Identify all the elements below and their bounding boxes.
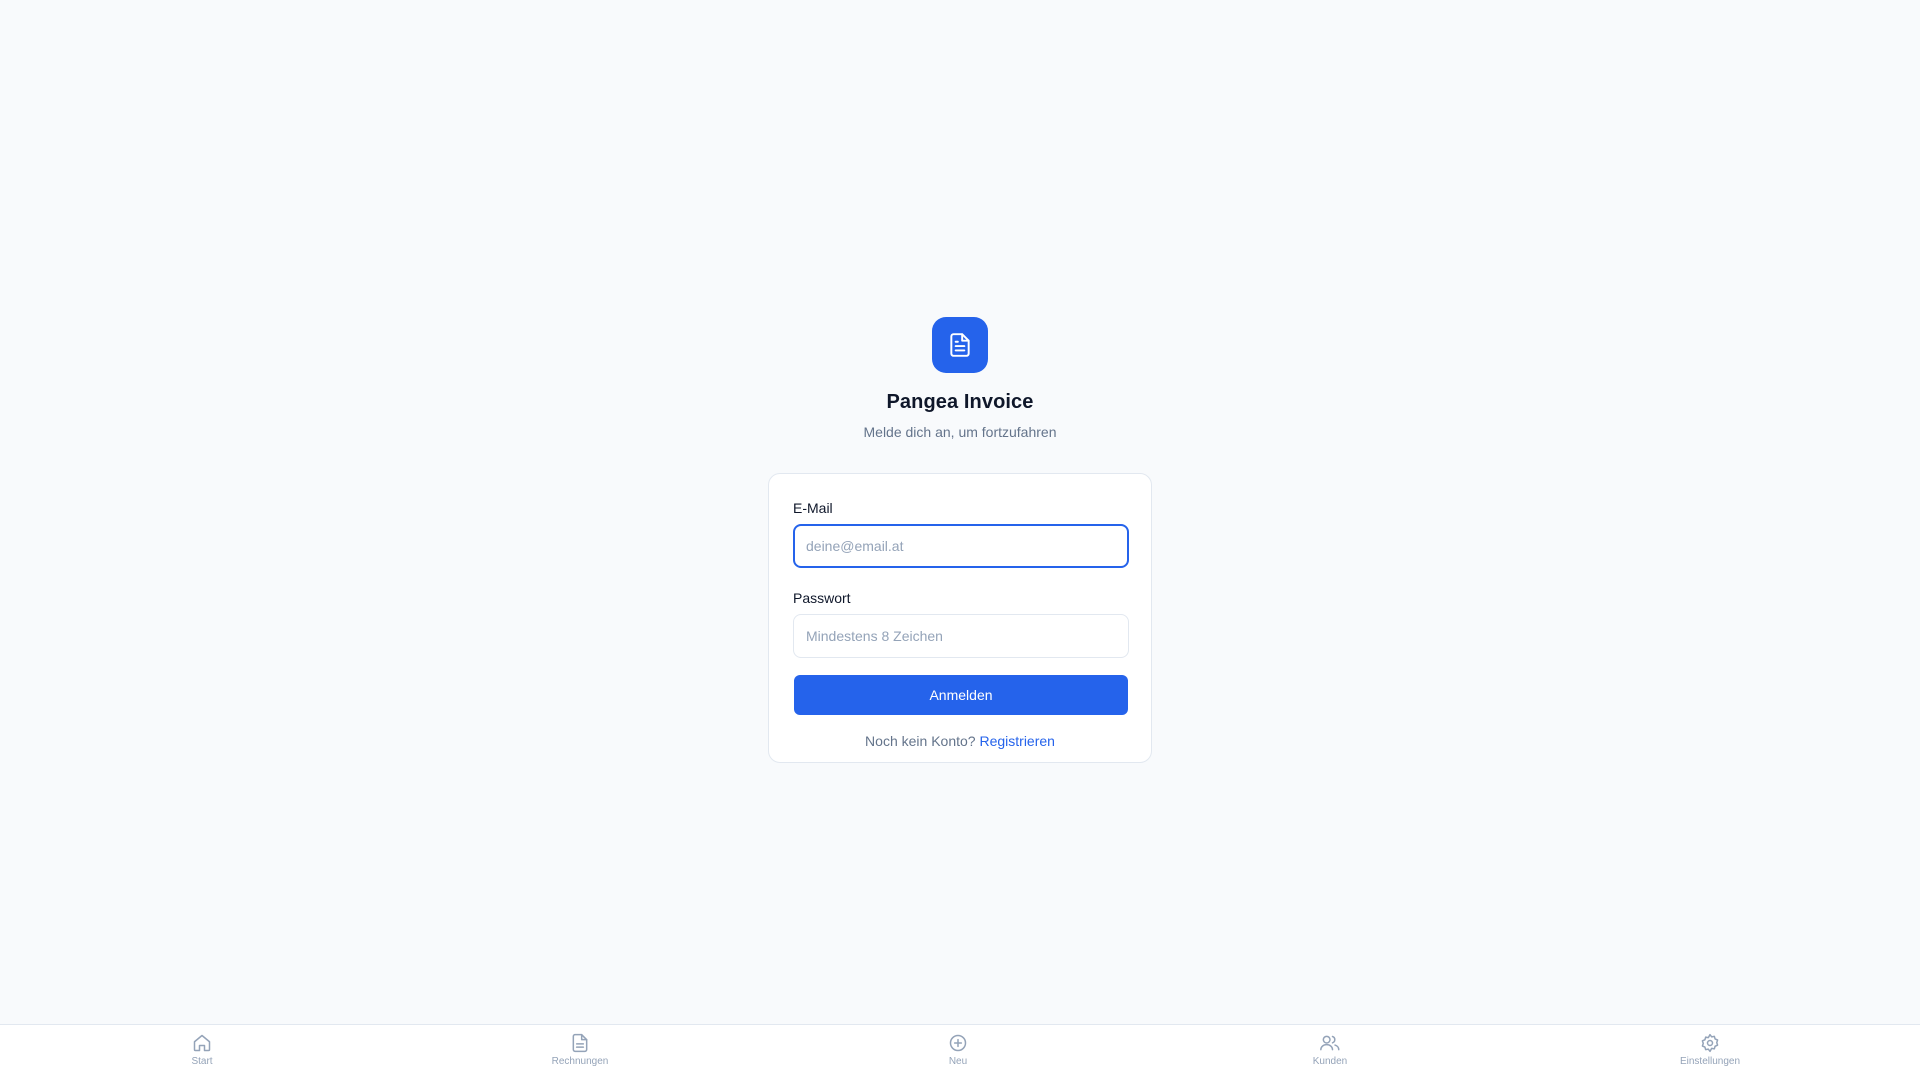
document-icon xyxy=(950,333,970,357)
app-title: Pangea Invoice xyxy=(886,391,1034,413)
email-field[interactable] xyxy=(793,524,1129,568)
gear-icon xyxy=(1701,1033,1719,1053)
document-icon xyxy=(572,1033,588,1053)
nav-item-rechnungen[interactable]: Rechnungen xyxy=(520,1033,640,1067)
password-label: Passwort xyxy=(793,590,851,606)
login-button[interactable]: Anmelden xyxy=(794,675,1128,715)
nav-label-rechnungen: Rechnungen xyxy=(551,1056,609,1067)
nav-label-kunden: Kunden xyxy=(1312,1056,1348,1067)
email-label: E-Mail xyxy=(793,500,833,516)
home-icon xyxy=(193,1034,211,1052)
users-icon xyxy=(1320,1035,1340,1051)
nav-item-start[interactable]: Start xyxy=(142,1033,262,1067)
nav-label-start: Start xyxy=(191,1056,213,1067)
register-row: Noch kein Konto? Registrieren xyxy=(793,733,1127,749)
nav-item-kunden[interactable]: Kunden xyxy=(1270,1033,1390,1067)
login-card: E-Mail Passwort Anmelden Noch kein Konto… xyxy=(768,473,1152,763)
plus-circle-icon xyxy=(949,1034,967,1052)
bottom-nav: Start Rechnungen Neu Kunden Einstellunge… xyxy=(0,1024,1920,1080)
password-field[interactable] xyxy=(793,614,1129,658)
app-logo xyxy=(932,317,988,373)
nav-item-neu[interactable]: Neu xyxy=(898,1033,1018,1067)
nav-label-neu: Neu xyxy=(948,1056,968,1067)
nav-item-einstellungen[interactable]: Einstellungen xyxy=(1650,1033,1770,1067)
login-page: Pangea Invoice Melde dich an, um fortzuf… xyxy=(0,0,1920,1080)
nav-label-einstellungen: Einstellungen xyxy=(1679,1056,1741,1067)
register-link[interactable]: Registrieren xyxy=(979,733,1054,749)
app-subtitle: Melde dich an, um fortzufahren xyxy=(863,424,1057,440)
register-prompt: Noch kein Konto? xyxy=(865,733,976,749)
brand-header: Pangea Invoice Melde dich an, um fortzuf… xyxy=(0,317,1920,440)
